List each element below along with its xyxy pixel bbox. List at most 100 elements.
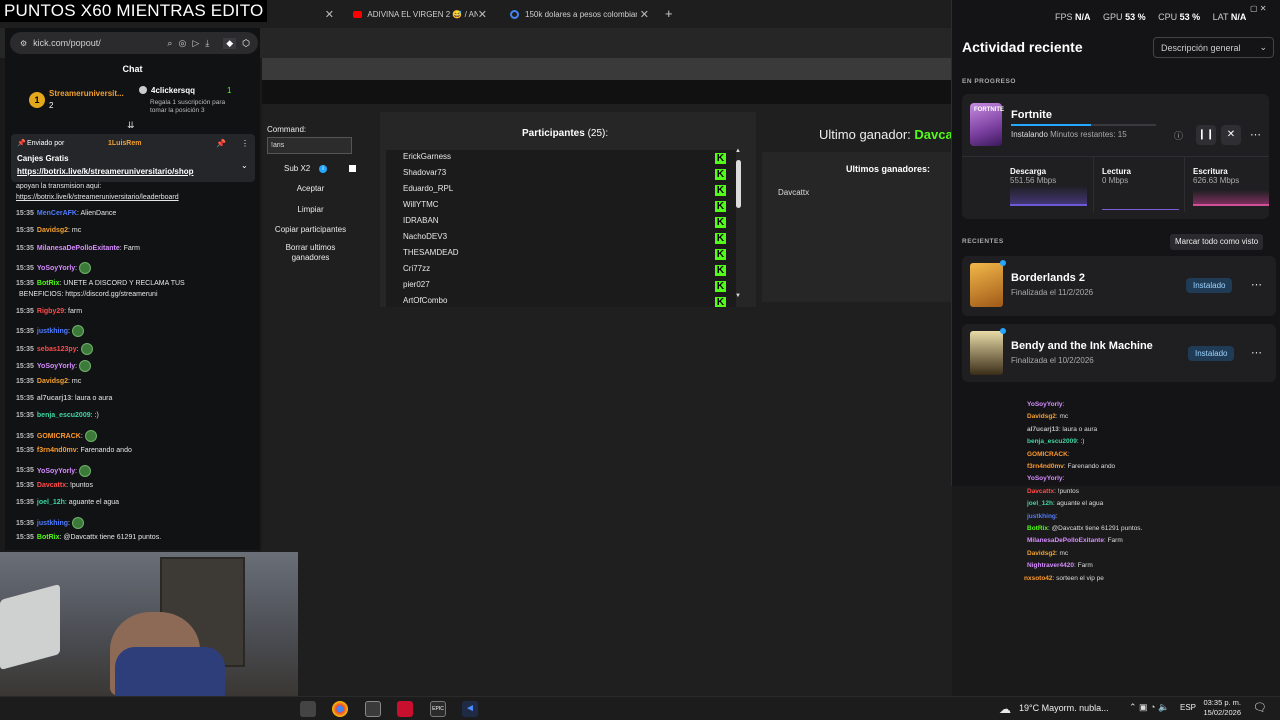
msg-user[interactable]: BotRix [37, 280, 60, 287]
msg-user[interactable]: GOMICRACK [37, 433, 81, 440]
tab-active[interactable]: ✕ [262, 3, 342, 25]
cube-icon[interactable]: ⬡ [242, 38, 250, 49]
sub-x2-checkbox[interactable] [349, 165, 356, 172]
tab-google[interactable]: 150k dolares a pesos colombian ✕ [502, 3, 657, 25]
pause-button[interactable]: ❙❙ [1196, 125, 1216, 145]
language-indicator[interactable]: ESP [1180, 703, 1196, 712]
leader1-name: Streameruniversit... [49, 89, 124, 98]
chat-message: 15:35 YoSoyYorly: [16, 262, 92, 275]
epic-games-icon[interactable]: EPIC [430, 701, 446, 717]
extension-icon[interactable]: ◆ [223, 37, 237, 49]
weather-text[interactable]: 19°C Mayorm. nubla... [1019, 703, 1109, 713]
expand-icon[interactable]: ⇊ [127, 120, 135, 131]
google-icon [510, 9, 519, 19]
participants-list[interactable]: ErickGarness K Shadovar73 K Eduardo_RPL K Will… [386, 150, 736, 307]
copy-participants-button[interactable]: Copiar participantes [268, 225, 353, 234]
msg-user[interactable]: joel_12h [37, 499, 65, 506]
clear-button[interactable]: Limpiar [268, 205, 353, 214]
chat-url-bar[interactable]: ⚙ kick.com/popout/ ⌕ ◎ ▷ ⤓ ◆ ⬡ [10, 32, 258, 54]
app-icon[interactable] [300, 701, 316, 717]
divider [1093, 157, 1094, 212]
winner-item: Davcattx [778, 188, 810, 197]
shield-icon[interactable]: ◎ [178, 38, 186, 49]
msg-time: 15:35 [16, 363, 34, 371]
msg-time: 15:35 [16, 447, 34, 455]
clock-time[interactable]: 03:35 p. m. [1201, 698, 1241, 707]
send-icon[interactable]: ▷ [192, 38, 199, 49]
close-tab-icon[interactable]: ✕ [478, 8, 487, 21]
unpin-icon[interactable]: 📌 [216, 139, 226, 148]
msg-user[interactable]: YoSoyYorly [37, 265, 75, 272]
info-icon[interactable]: i [319, 165, 327, 173]
remaining-text: Minutos restantes: 15 [1050, 130, 1127, 139]
scroll-thumb[interactable] [736, 160, 741, 208]
scroll-up-icon[interactable]: ▲ [735, 148, 741, 154]
echo-user: Davcattx [1027, 487, 1055, 495]
game-title: Fortnite [1011, 109, 1052, 121]
recent-card-1[interactable]: Borderlands 2 Finalizada el 11/2/2026 In… [962, 256, 1276, 316]
mark-all-seen-button[interactable]: Marcar todo como visto [1170, 234, 1264, 250]
msg-user[interactable]: justkhing [37, 328, 68, 335]
cpu-value: 53 % [1179, 12, 1201, 22]
tray-icons[interactable]: ⌃ ▣ ◔ 🔈 [1129, 702, 1169, 713]
more-options-icon[interactable]: ⋯ [1251, 346, 1263, 359]
read-stat: Lectura 0 Mbps [1102, 167, 1131, 185]
msg-text: : @Davcattx tiene 61291 puntos. [59, 534, 162, 542]
filter-dropdown[interactable]: Descripción general ⌄ [1153, 37, 1274, 58]
msg-user[interactable]: Rigby29 [37, 308, 64, 315]
scrollbar[interactable]: ▲ ▼ [735, 148, 743, 307]
recent-card-2[interactable]: Bendy and the Ink Machine Finalizada el … [962, 324, 1276, 382]
recent-date: Finalizada el 10/2/2026 [1011, 356, 1094, 365]
msg-user[interactable]: justkhing [37, 520, 68, 527]
accept-button[interactable]: Aceptar [268, 184, 353, 193]
msg-text: : laura o aura [71, 395, 113, 402]
notification-icon[interactable]: 🗨 [1253, 701, 1267, 714]
msg-user[interactable]: f3rn4nd0mv [37, 447, 77, 454]
more-options-icon[interactable]: ⋯ [1251, 278, 1263, 291]
vscode-icon[interactable]: ◄ [462, 701, 478, 717]
msg-text: : [68, 328, 70, 336]
window-controls[interactable]: ▢ ✕ [1250, 4, 1266, 13]
download-icon[interactable]: ⤓ [205, 38, 209, 49]
chat-link[interactable]: https://botrix.live/k/streameruniversita… [16, 194, 179, 201]
close-tab-icon[interactable]: ✕ [640, 8, 649, 21]
tune-icon[interactable]: ⚙ [20, 39, 27, 48]
game-app-icon[interactable] [397, 701, 413, 717]
msg-user[interactable]: benja_escu2009 [37, 412, 91, 419]
more-options-icon[interactable]: ⋯ [1250, 128, 1262, 141]
filter-value: Descripción general [1161, 43, 1241, 53]
pinned-link[interactable]: https://botrix.live/k/streameruniversita… [17, 167, 194, 176]
new-tab-button[interactable]: + [665, 6, 673, 21]
cancel-button[interactable]: ✕ [1221, 125, 1241, 145]
scroll-down-icon[interactable]: ▼ [735, 293, 741, 299]
clock-date[interactable]: 15/02/2026 [1201, 708, 1241, 717]
msg-user[interactable]: Davcattx [37, 482, 66, 489]
msg-user[interactable]: YoSoyYorly [37, 467, 75, 474]
msg-user[interactable]: YoSoyYorly [37, 363, 75, 370]
msg-user[interactable]: BotRix [37, 534, 60, 541]
echo-chat-message: Davcattx: !puntos [1027, 488, 1079, 495]
info-icon[interactable]: ⓘ [1174, 129, 1183, 142]
emote-icon [71, 516, 84, 529]
msg-user[interactable]: MilanesaDePolloExitante [37, 245, 120, 252]
msg-user[interactable]: Davidsg2 [37, 227, 68, 234]
echo-text: : [1062, 475, 1065, 483]
tab-youtube[interactable]: ADIVINA EL VIRGEN 2 😅 / ANI ✕ [345, 3, 495, 25]
msg-user[interactable]: Davidsg2 [37, 378, 68, 385]
delete-winners-button[interactable]: Borrar ultimos ganadores [268, 243, 353, 263]
chat-message: 15:35 sebas123py: [16, 342, 93, 355]
msg-user[interactable]: MenCerAFK [37, 210, 77, 217]
search-icon[interactable]: ⌕ [167, 38, 172, 49]
download-stat: Descarga 551.56 Mbps [1010, 167, 1056, 185]
msg-user[interactable]: sebas123py [37, 346, 77, 353]
close-tab-icon[interactable]: ✕ [325, 8, 334, 21]
calculator-icon[interactable] [365, 701, 381, 717]
msg-user[interactable]: al7ucarj13 [37, 395, 71, 402]
chrome-icon[interactable] [332, 701, 348, 717]
more-icon[interactable]: ⋮ [241, 139, 249, 148]
chevron-down-icon[interactable]: ⌄ [241, 161, 248, 170]
chat-message: 15:35 justkhing: [16, 516, 84, 529]
command-input[interactable] [267, 137, 352, 154]
recent-heading: RECIENTES [962, 238, 1004, 245]
msg-text: : [80, 432, 83, 440]
